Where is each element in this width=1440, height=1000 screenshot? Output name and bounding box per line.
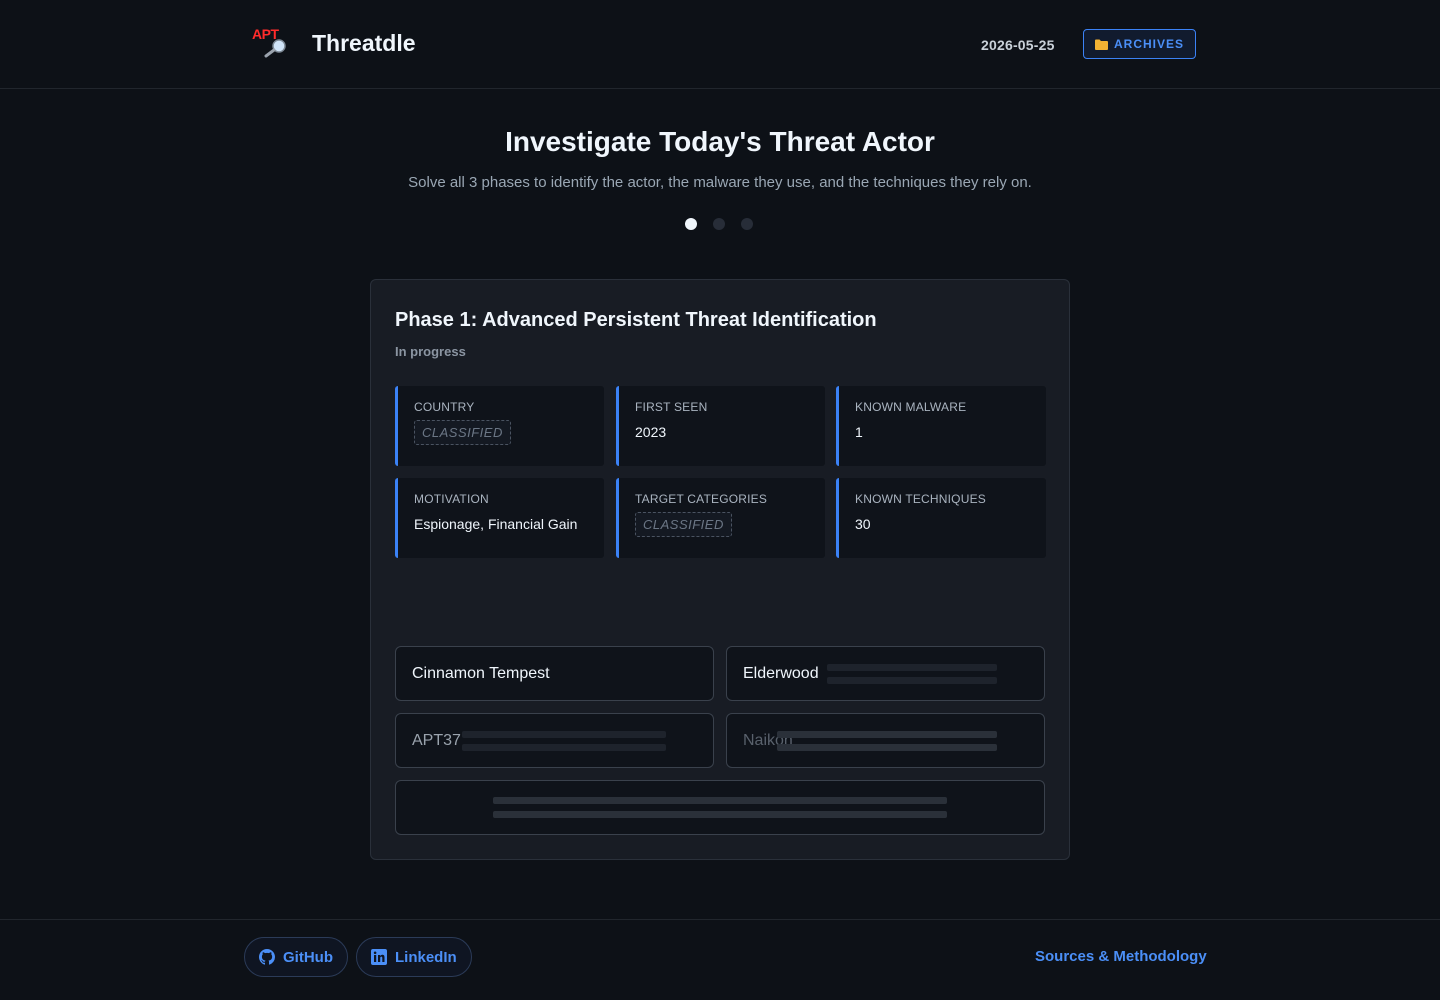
loading-skeleton — [462, 731, 666, 738]
clue-first-seen: FIRST SEEN 2023 — [616, 386, 825, 466]
loading-skeleton — [462, 744, 666, 751]
guess-option-loading[interactable] — [395, 780, 1045, 835]
linkedin-link[interactable]: LinkedIn — [356, 937, 472, 977]
guess-option[interactable]: Elderwood — [726, 646, 1045, 701]
guess-option-label: Elderwood — [743, 664, 819, 682]
folder-icon — [1094, 39, 1108, 50]
phase-card: Phase 1: Advanced Persistent Threat Iden… — [370, 279, 1070, 860]
header: APT Threatdle 2026-05-25 ARCHIVES — [0, 0, 1440, 89]
github-link[interactable]: GitHub — [244, 937, 348, 977]
linkedin-label: LinkedIn — [395, 948, 457, 966]
clue-label: MOTIVATION — [414, 492, 489, 506]
loading-skeleton — [777, 744, 997, 751]
phase-dot-3[interactable] — [741, 218, 753, 230]
archives-button[interactable]: ARCHIVES — [1083, 29, 1196, 59]
github-label: GitHub — [283, 948, 333, 966]
guess-option[interactable]: Naikon — [726, 713, 1045, 768]
current-date: 2026-05-25 — [981, 37, 1055, 53]
classified-badge: CLASSIFIED — [414, 420, 511, 445]
clue-country: COUNTRY CLASSIFIED — [395, 386, 604, 466]
loading-skeleton — [493, 797, 947, 804]
phase-indicator — [685, 218, 753, 230]
page-title: Investigate Today's Threat Actor — [505, 126, 935, 157]
phase-status: In progress — [395, 344, 466, 359]
clue-value: Espionage, Financial Gain — [414, 516, 578, 532]
logo: APT — [251, 26, 291, 60]
clue-known-techniques: KNOWN TECHNIQUES 30 — [836, 478, 1046, 558]
guess-option[interactable]: APT37 — [395, 713, 714, 768]
clue-label: FIRST SEEN — [635, 400, 708, 414]
phase-dot-1[interactable] — [685, 218, 697, 230]
linkedin-icon — [371, 949, 387, 965]
clue-value: 2023 — [635, 424, 667, 440]
phase-title: Phase 1: Advanced Persistent Threat Iden… — [395, 309, 877, 331]
clue-label: KNOWN TECHNIQUES — [855, 492, 986, 506]
clue-target-categories: TARGET CATEGORIES CLASSIFIED — [616, 478, 825, 558]
brand[interactable]: APT Threatdle — [251, 26, 416, 60]
clue-motivation: MOTIVATION Espionage, Financial Gain — [395, 478, 604, 558]
loading-skeleton — [827, 664, 997, 671]
sources-methodology-link[interactable]: Sources & Methodology — [1035, 948, 1207, 965]
github-icon — [259, 949, 275, 965]
phase-dot-2[interactable] — [713, 218, 725, 230]
clue-known-malware: KNOWN MALWARE 1 — [836, 386, 1046, 466]
clue-value: 1 — [855, 424, 863, 440]
guess-option-label: Cinnamon Tempest — [412, 664, 550, 682]
clue-label: KNOWN MALWARE — [855, 400, 967, 414]
classified-badge: CLASSIFIED — [635, 512, 732, 537]
app-name: Threatdle — [312, 29, 416, 56]
magnifier-icon — [264, 39, 286, 58]
clue-value: 30 — [855, 516, 871, 532]
page-subtitle: Solve all 3 phases to identify the actor… — [408, 174, 1032, 191]
clue-label: COUNTRY — [414, 400, 475, 414]
guess-option-label: APT37 — [412, 731, 461, 749]
guess-option[interactable]: Cinnamon Tempest — [395, 646, 714, 701]
loading-skeleton — [493, 811, 947, 818]
archives-label: ARCHIVES — [1113, 37, 1184, 51]
clue-label: TARGET CATEGORIES — [635, 492, 768, 506]
loading-skeleton — [777, 731, 997, 738]
footer: GitHub LinkedIn Sources & Methodology — [0, 919, 1440, 1000]
loading-skeleton — [827, 677, 997, 684]
